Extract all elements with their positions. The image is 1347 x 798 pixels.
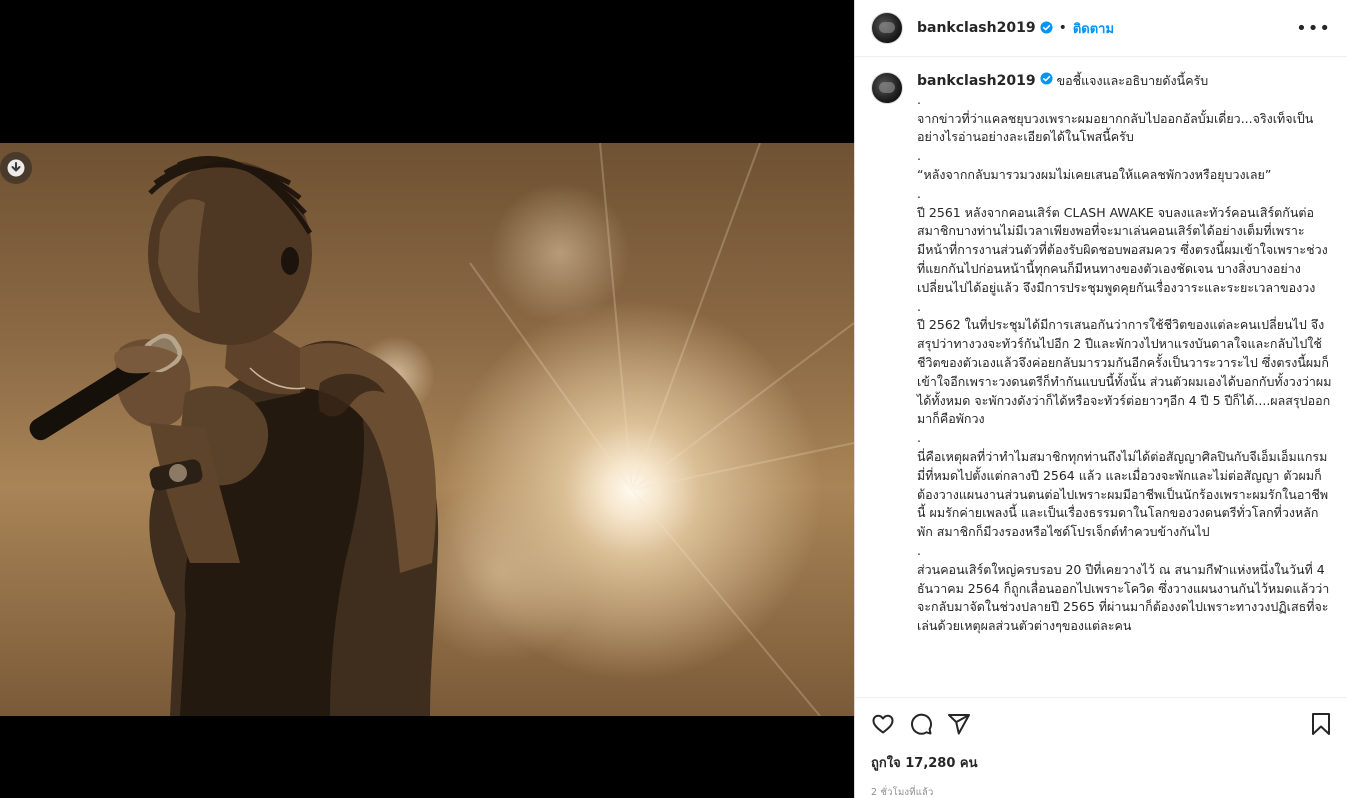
caption-paragraph: . [917,298,921,314]
post-sidebar: bankclash2019 • ติดตาม ••• bankclash2019… [854,0,1347,798]
avatar[interactable] [871,12,903,44]
caption-paragraph: . [917,185,921,201]
caption-body: bankclash2019 ขอชี้แจงและอธิบายดังนี้ครั… [917,72,1332,636]
caption-paragraph: ปี 2562 ในที่ประชุมได้มีการเสนอกันว่าการ… [917,317,1332,427]
post-media-pane [0,0,854,798]
post-header: bankclash2019 • ติดตาม ••• [855,0,1347,57]
comment-icon[interactable] [909,712,933,736]
caption-paragraph: . [917,542,921,558]
verified-badge-icon [1040,19,1053,38]
caption-paragraph: ปี 2561 หลังจากคอนเสิร์ต CLASH AWAKE จบล… [917,204,1328,295]
likes-count[interactable]: ถูกใจ 17,280 คน [871,752,1332,773]
caption-paragraph: ส่วนคอนเสิร์ตใหญ่ครบรอบ 20 ปีที่เคยวางไว… [917,561,1330,634]
caption-paragraph: นี่คือเหตุผลที่ว่าทำไมสมาชิกทุกท่านถึงไม… [917,448,1329,540]
caption-avatar[interactable] [871,72,903,104]
verified-badge-icon [1040,72,1053,91]
caption-paragraph: . [917,91,921,107]
caption-lead: ขอชี้แจงและอธิบายดังนี้ครับ [1056,73,1209,88]
post-caption: bankclash2019 ขอชี้แจงและอธิบายดังนี้ครั… [855,58,1347,696]
caption-paragraph: จากข่าวที่ว่าแคลชยุบวงเพราะผมอยากกลับไปอ… [917,110,1314,145]
separator-dot: • [1058,20,1067,36]
caption-paragraph: . [917,430,921,446]
singer-silhouette [29,143,854,716]
download-button[interactable] [0,152,32,184]
share-icon[interactable] [947,712,971,736]
post-actions: ถูกใจ 17,280 คน 2 ชั่วโมงที่แล้ว [855,697,1347,798]
bookmark-icon[interactable] [1310,712,1332,736]
download-icon [7,159,25,177]
caption-paragraph: . [917,148,921,164]
header-username[interactable]: bankclash2019 [917,20,1036,36]
heart-icon[interactable] [871,712,895,736]
caption-paragraph: “หลังจากกลับมารวมวงผมไม่เคยเสนอให้แคลชพั… [917,166,1272,182]
more-options-icon[interactable]: ••• [1296,18,1331,39]
post-timestamp[interactable]: 2 ชั่วโมงที่แล้ว [871,785,1332,798]
post-photo[interactable] [0,143,854,716]
caption-username[interactable]: bankclash2019 [917,72,1036,91]
follow-button[interactable]: ติดตาม [1073,18,1114,39]
